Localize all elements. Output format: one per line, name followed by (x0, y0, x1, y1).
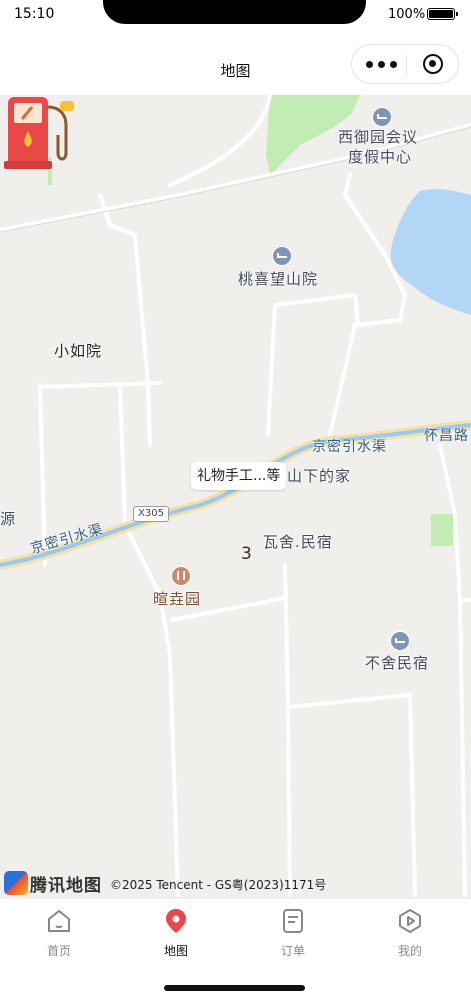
tencent-map-logo-icon (4, 871, 28, 895)
more-icon[interactable] (366, 56, 398, 72)
poi-label[interactable]: 暄垚园 (153, 590, 201, 609)
restaurant-icon (171, 566, 191, 586)
tab-profile[interactable]: 我的 (370, 907, 450, 967)
order-icon (283, 909, 303, 933)
status-bar: 15:10 100% (0, 0, 471, 32)
gas-station-marker-icon[interactable] (0, 95, 80, 171)
home-icon (48, 910, 70, 932)
status-time: 15:10 (14, 6, 55, 22)
logo-text: 腾讯地图 (30, 876, 102, 896)
close-miniprogram-icon[interactable] (423, 54, 443, 74)
lake (390, 189, 471, 315)
road-label: 怀昌路 (424, 428, 469, 444)
tab-orders[interactable]: 订单 (253, 907, 333, 967)
map-copyright: ©2025 Tencent - GS粤(2023)1171号 (110, 878, 327, 892)
park-east (431, 514, 453, 546)
marker-callout[interactable]: 礼物手工...等 (191, 462, 287, 490)
poi-label[interactable]: 源 (0, 510, 16, 529)
mini-program-capsule (351, 44, 459, 84)
notch (103, 0, 366, 24)
tab-map[interactable]: 地图 (136, 907, 216, 967)
tab-home[interactable]: 首页 (19, 907, 99, 967)
poi-label[interactable]: 度假中心 (348, 148, 412, 167)
map-base-layer (0, 95, 471, 897)
hotel-icon (272, 246, 292, 266)
road-label: 京密引水渠 (312, 439, 387, 455)
route-badge: X305 (133, 506, 169, 522)
poi-label[interactable]: 西御园会议 (338, 128, 418, 147)
poi-label[interactable]: 小如院 (54, 342, 102, 361)
hotel-icon (390, 631, 410, 651)
tab-label: 订单 (280, 944, 305, 958)
home-indicator[interactable] (164, 985, 305, 991)
hotel-icon (372, 107, 392, 127)
poi-label[interactable]: 不舍民宿 (365, 654, 429, 673)
battery-percent: 100% (388, 7, 426, 22)
map-pin-icon (166, 909, 186, 933)
poi-label[interactable]: 桃喜望山院 (238, 270, 318, 289)
cluster-count: 3 (241, 544, 252, 564)
poi-label[interactable]: 瓦舍.民宿 (263, 533, 333, 552)
map-view[interactable]: 西御园会议 度假中心 桃喜望山院 小如院 源 山下的家 瓦舍.民宿 暄垚园 不舍… (0, 95, 471, 898)
tab-label: 我的 (397, 944, 422, 958)
tab-label: 地图 (163, 944, 188, 958)
poi-label[interactable]: 山下的家 (287, 467, 351, 486)
profile-icon (399, 909, 421, 933)
capsule-divider (406, 55, 407, 75)
battery-icon (427, 8, 458, 20)
tab-label: 首页 (46, 944, 71, 958)
nav-bar: 地图 (0, 32, 471, 95)
